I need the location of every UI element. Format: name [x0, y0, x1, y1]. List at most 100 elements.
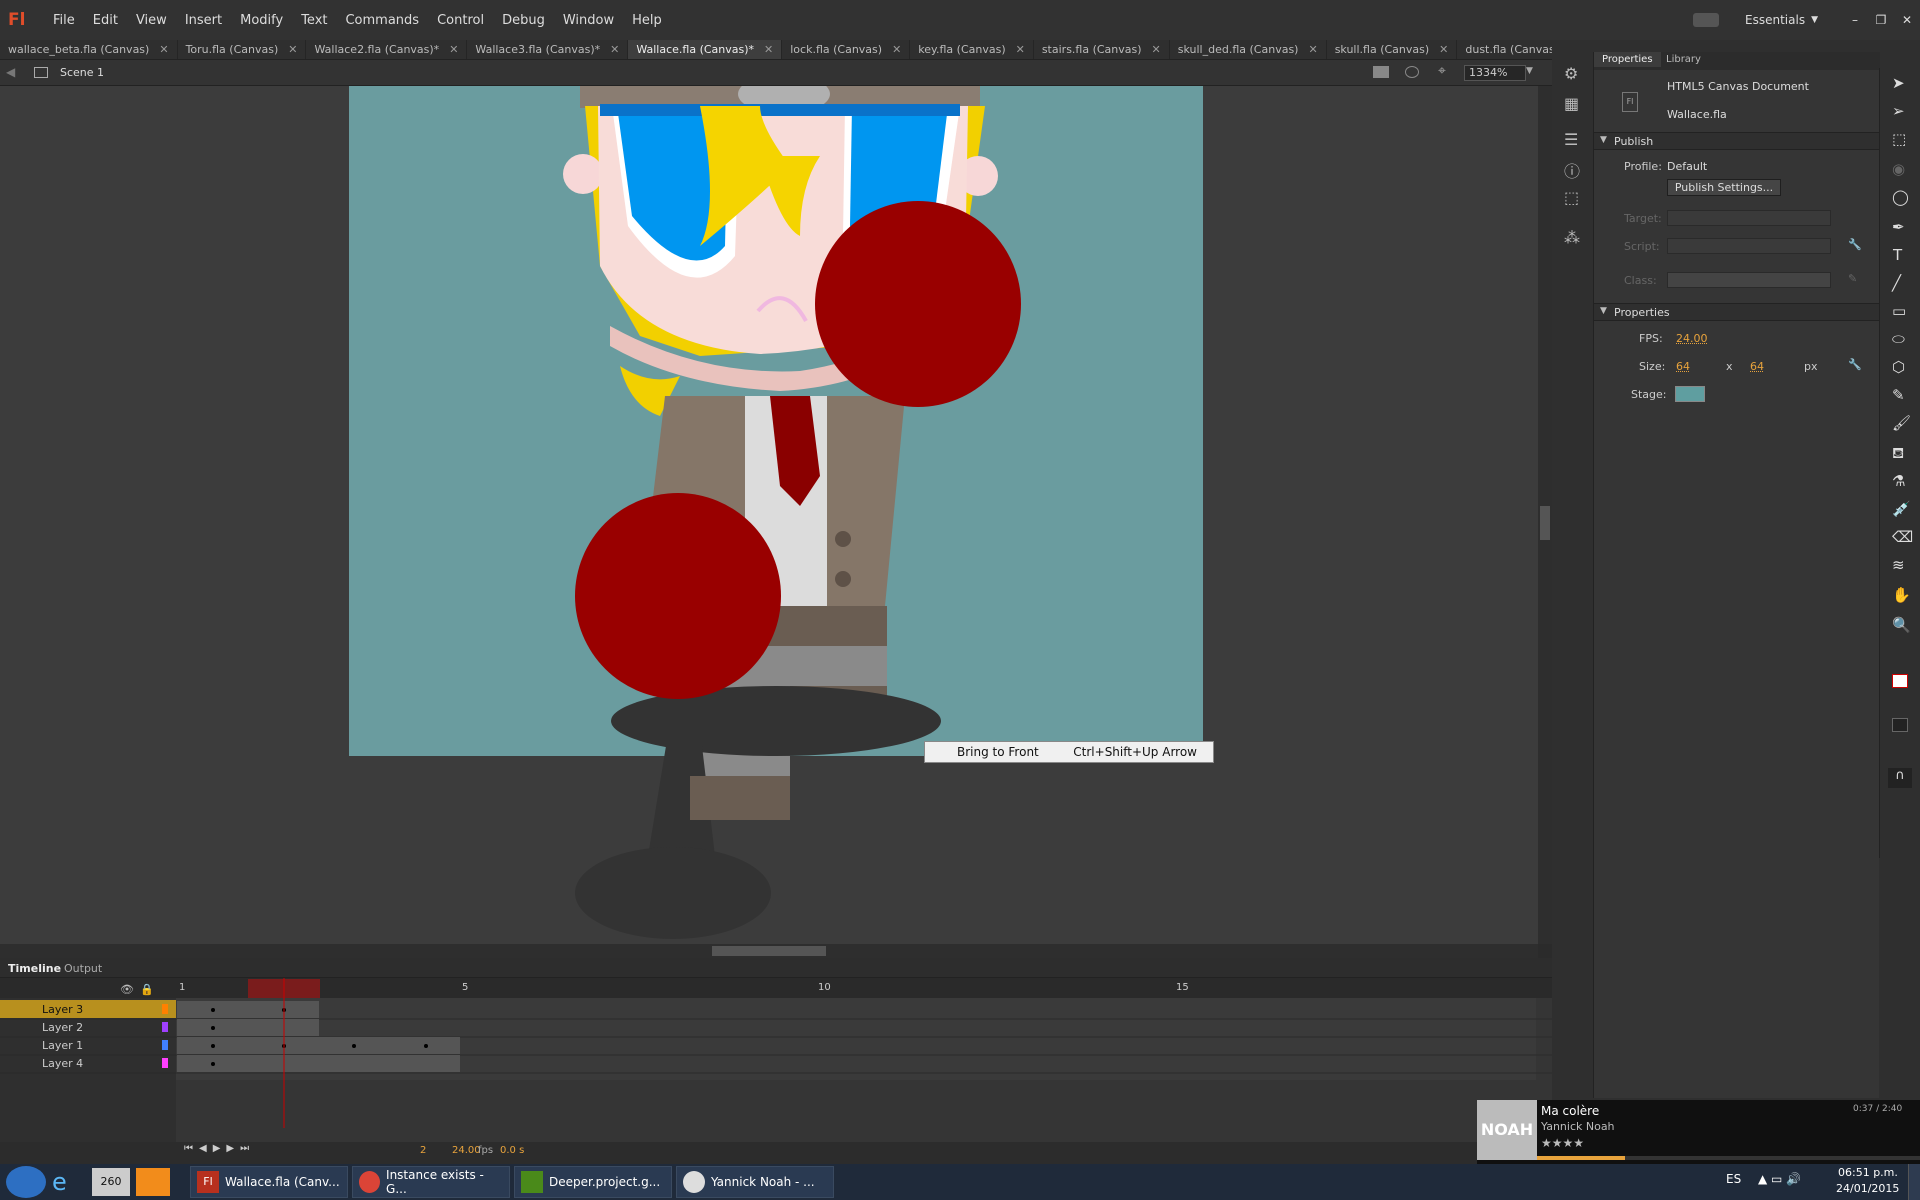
pinned-badge[interactable]: 260 — [92, 1168, 130, 1196]
align-icon[interactable]: ☰ — [1564, 130, 1578, 149]
back-arrow-icon[interactable]: ◀ — [6, 65, 15, 79]
menu-commands[interactable]: Commands — [336, 13, 428, 28]
menu-control[interactable]: Control — [428, 13, 493, 28]
menu-file[interactable]: File — [44, 13, 84, 28]
sync-icon[interactable] — [1693, 13, 1720, 27]
layer-color-swatch[interactable] — [162, 1040, 168, 1050]
fps-value[interactable]: 24.00 — [452, 1145, 481, 1156]
properties-section-header[interactable]: ▼ Properties — [1594, 303, 1880, 321]
tab-timeline[interactable]: Timeline — [8, 962, 61, 975]
close-icon[interactable]: ✕ — [1308, 40, 1317, 59]
close-icon[interactable]: ✕ — [1152, 40, 1161, 59]
tab-stairs[interactable]: stairs.fla (Canvas) ✕ — [1034, 40, 1170, 59]
close-icon[interactable]: ✕ — [159, 40, 168, 59]
media-player-widget[interactable]: NOAH Ma colère Yannick Noah ★★★★ 0:37 / … — [1477, 1100, 1920, 1164]
tab-library[interactable]: Library — [1666, 54, 1701, 65]
stage-canvas[interactable] — [0, 86, 1538, 944]
oval-tool-icon[interactable]: ⬭ — [1892, 330, 1905, 348]
ink-bottle-tool-icon[interactable]: ⚗ — [1892, 472, 1905, 490]
subselection-tool-icon[interactable]: ➢ — [1892, 102, 1905, 120]
paint-bucket-tool-icon[interactable]: ⛾ — [1892, 444, 1904, 464]
lasso-tool-icon[interactable]: ◯ — [1892, 188, 1909, 206]
menu-edit[interactable]: Edit — [84, 13, 127, 28]
publish-section-header[interactable]: ▼ Publish — [1594, 132, 1880, 150]
layer-name[interactable]: Layer 2 — [42, 1021, 83, 1034]
stroke-color-swatch[interactable] — [1892, 674, 1908, 688]
text-tool-icon[interactable]: T — [1893, 246, 1902, 264]
fps-field[interactable]: 24.00 — [1676, 332, 1708, 345]
clock-date[interactable]: 24/01/2015 — [1836, 1182, 1899, 1195]
tab-lock[interactable]: lock.fla (Canvas) ✕ — [782, 40, 911, 59]
horizontal-scrollbar[interactable] — [0, 944, 1538, 958]
motion-editor-icon[interactable]: ⚙ — [1564, 64, 1578, 83]
vertical-scrollbar[interactable] — [1538, 86, 1552, 944]
transform-icon[interactable]: ⬚ — [1564, 188, 1579, 207]
close-icon[interactable]: ✕ — [449, 40, 458, 59]
layer-name[interactable]: Layer 3 — [42, 1003, 83, 1016]
taskbar-itunes[interactable]: Yannick Noah - ... — [676, 1166, 834, 1198]
wrench-icon[interactable]: 🔧 — [1848, 358, 1862, 371]
width-tool-icon[interactable]: ≋ — [1892, 556, 1905, 574]
stage-area[interactable] — [0, 86, 1538, 944]
scroll-thumb[interactable] — [1540, 506, 1550, 540]
polystar-tool-icon[interactable]: ⬡ — [1892, 358, 1905, 376]
start-button[interactable] — [6, 1166, 46, 1198]
taskbar-chrome[interactable]: Instance exists - G... — [352, 1166, 510, 1198]
menu-help[interactable]: Help — [623, 13, 671, 28]
show-desktop-button[interactable] — [1908, 1164, 1920, 1200]
brush-tool-icon[interactable]: 🖌 — [1892, 414, 1911, 432]
menu-insert[interactable]: Insert — [176, 13, 231, 28]
stage-color-swatch[interactable] — [1675, 386, 1705, 402]
close-icon[interactable]: ✕ — [1439, 40, 1448, 59]
menu-window[interactable]: Window — [554, 13, 623, 28]
chevron-down-icon[interactable]: ▼ — [1811, 15, 1818, 25]
center-stage-icon[interactable]: ⌖ — [1438, 63, 1446, 79]
publish-settings-button[interactable]: Publish Settings... — [1667, 179, 1781, 196]
width-field[interactable]: 64 — [1676, 360, 1690, 373]
button-red-top[interactable] — [815, 201, 1021, 407]
zoom-tool-icon[interactable]: 🔍 — [1892, 616, 1911, 634]
timeline-grid[interactable]: 👁 🔒 — [0, 978, 1552, 1164]
rectangle-tool-icon[interactable]: ▭ — [1892, 302, 1906, 320]
layer-color-swatch[interactable] — [162, 1022, 168, 1032]
clapper-icon[interactable] — [1373, 66, 1389, 78]
menu-modify[interactable]: Modify — [231, 13, 292, 28]
layer-row-selected[interactable] — [0, 1000, 176, 1018]
close-icon[interactable]: ✕ — [892, 40, 901, 59]
taskbar-flash[interactable]: Fl Wallace.fla (Canv... — [190, 1166, 348, 1198]
wrench-icon[interactable]: 🔧 — [1848, 238, 1862, 251]
tab-key[interactable]: key.fla (Canvas) ✕ — [910, 40, 1034, 59]
fill-color-swatch[interactable] — [1892, 718, 1908, 732]
menu-text[interactable]: Text — [292, 13, 336, 28]
close-icon[interactable]: ✕ — [610, 40, 619, 59]
3d-rotation-tool-icon[interactable]: ◉ — [1892, 160, 1905, 178]
tab-wallace[interactable]: Wallace.fla (Canvas)* ✕ — [628, 40, 783, 59]
tab-toru[interactable]: Toru.fla (Canvas) ✕ — [178, 40, 307, 59]
taskbar-gamemaker[interactable]: Deeper.project.g... — [514, 1166, 672, 1198]
components-icon[interactable]: ⁂ — [1564, 228, 1580, 247]
tab-wallace3[interactable]: Wallace3.fla (Canvas)* ✕ — [467, 40, 629, 59]
pencil-icon[interactable]: ✎ — [1848, 272, 1857, 285]
tray-icons[interactable]: ▲ ▭ 🔊 — [1758, 1172, 1801, 1186]
tab-wallace2[interactable]: Wallace2.fla (Canvas)* ✕ — [306, 40, 468, 59]
joystick[interactable] — [575, 686, 941, 939]
context-menu-item-bring-to-front[interactable]: Bring to Front Ctrl+Shift+Up Arrow — [924, 741, 1214, 763]
close-icon[interactable]: ✕ — [288, 40, 297, 59]
swatches-icon[interactable]: ▦ — [1564, 94, 1579, 113]
button-red-bottom[interactable] — [575, 493, 781, 699]
pencil-tool-icon[interactable]: ✎ — [1892, 386, 1905, 404]
tab-properties[interactable]: Properties — [1594, 52, 1661, 67]
play-controls[interactable]: ⏮◀▶▶⏭ — [184, 1143, 255, 1154]
media-icon[interactable] — [136, 1168, 170, 1196]
minimize-icon[interactable]: – — [1842, 11, 1868, 29]
scroll-thumb[interactable] — [712, 946, 826, 956]
language-indicator[interactable]: ES — [1726, 1172, 1741, 1186]
line-tool-icon[interactable]: ╱ — [1892, 274, 1901, 292]
layer-name[interactable]: Layer 4 — [42, 1057, 83, 1070]
layer-color-swatch[interactable] — [162, 1058, 168, 1068]
close-icon[interactable]: ✕ — [1016, 40, 1025, 59]
menu-debug[interactable]: Debug — [493, 13, 554, 28]
height-field[interactable]: 64 — [1750, 360, 1764, 373]
pen-tool-icon[interactable]: ✒ — [1892, 218, 1905, 236]
layer-color-swatch[interactable] — [162, 1004, 168, 1014]
